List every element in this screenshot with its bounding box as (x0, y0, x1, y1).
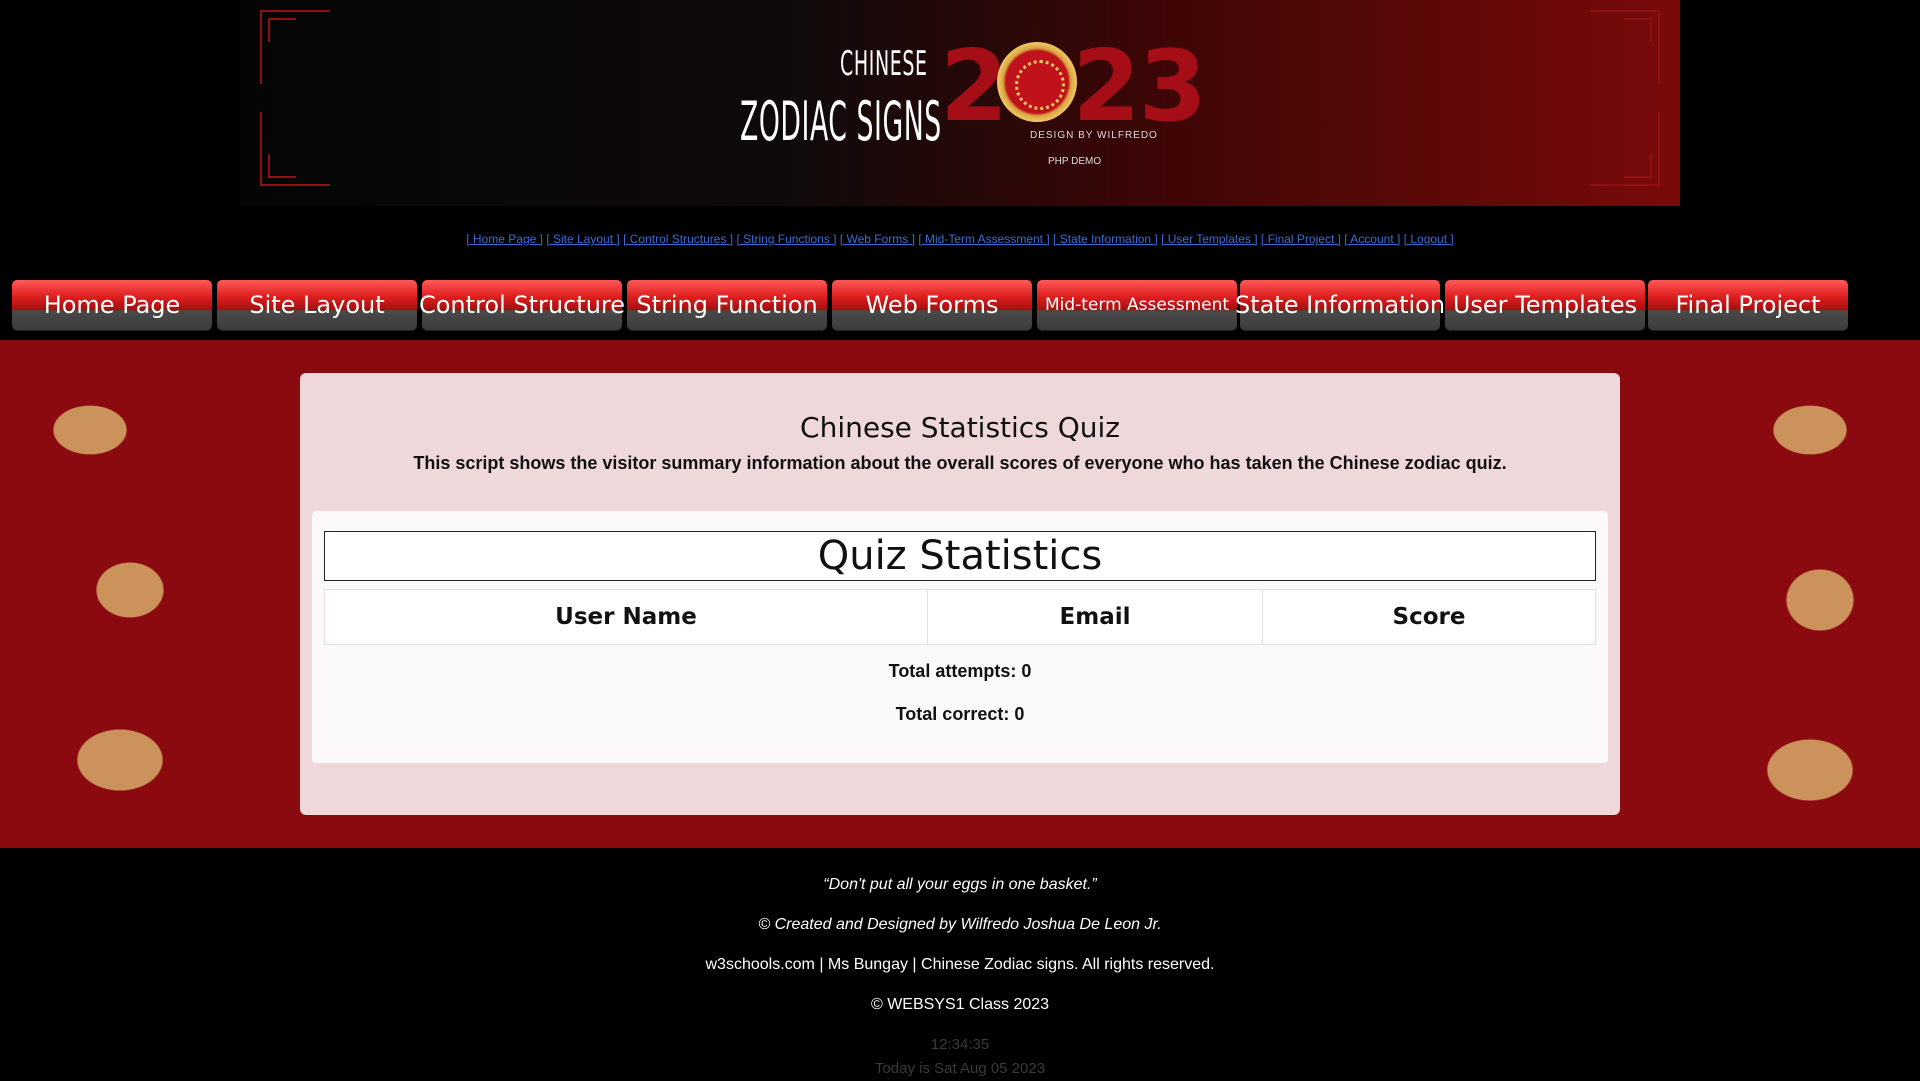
nav-site-layout-button[interactable]: Site Layout (217, 280, 417, 330)
table-header-row: User Name Email Score (324, 589, 1596, 645)
link-web-forms[interactable]: [ Web Forms ] (840, 232, 915, 246)
column-email: Email (927, 589, 1263, 645)
corner-ornament (260, 112, 330, 186)
stats-heading: Quiz Statistics (324, 531, 1596, 581)
total-attempts: Total attempts: 0 (888, 661, 1032, 681)
stats-table: User Name Email Score (324, 589, 1596, 645)
column-score: Score (1262, 589, 1596, 645)
link-final-project[interactable]: [ Final Project ] (1261, 232, 1341, 246)
today-date: Today is Sat Aug 05 2023 (874, 1060, 1046, 1077)
footer-quote: “Don't put all your eggs in one basket.” (823, 876, 1097, 893)
nav-home-page-button[interactable]: Home Page (12, 280, 212, 330)
nav-control-structure-button[interactable]: Control Structure (419, 280, 625, 330)
nav-mid-term-assessment-button[interactable]: Mid-term Assessment (1037, 280, 1237, 330)
nav-state-information-button[interactable]: State Information (1235, 280, 1445, 330)
nav-final-project-button[interactable]: Final Project (1648, 280, 1848, 330)
logo-credit: DESIGN BY WILFREDO (1030, 130, 1158, 141)
footer-sites: w3schools.com | Ms Bungay | Chinese Zodi… (705, 956, 1215, 973)
link-string-functions[interactable]: [ String Functions ] (736, 232, 836, 246)
site-banner: CHINESE ZODIAC SIGNS 2023 DESIGN BY WILF… (240, 0, 1680, 206)
link-site-layout[interactable]: [ Site Layout ] (546, 232, 619, 246)
column-user-name: User Name (324, 589, 928, 645)
nav-user-templates-button[interactable]: User Templates (1445, 280, 1645, 330)
rabbit-medallion-icon (997, 42, 1077, 122)
link-state-information[interactable]: [ State Information ] (1053, 232, 1158, 246)
nav-web-forms-button[interactable]: Web Forms (832, 280, 1032, 330)
link-home-page[interactable]: [ Home Page ] (466, 232, 543, 246)
corner-ornament (260, 10, 330, 84)
logo-php-demo: PHP DEMO (1048, 156, 1102, 167)
footer-credit: © Created and Designed by Wilfredo Joshu… (758, 916, 1162, 933)
link-control-structures[interactable]: [ Control Structures ] (623, 232, 733, 246)
total-correct: Total correct: 0 (895, 704, 1025, 724)
page-description: This script shows the visitor summary in… (413, 453, 1507, 473)
text-nav-links: [ Home Page ] [ Site Layout ] [ Control … (0, 232, 1920, 246)
link-user-templates[interactable]: [ User Templates ] (1161, 232, 1257, 246)
clock-time: 12:34:35 (930, 1036, 990, 1053)
page-title: Chinese Statistics Quiz (800, 411, 1120, 444)
link-logout[interactable]: [ Logout ] (1404, 232, 1454, 246)
logo-line-zodiac: ZODIAC SIGNS (740, 90, 942, 153)
stats-card: Quiz Statistics User Name Email Score To… (312, 511, 1608, 763)
corner-ornament (1590, 10, 1660, 84)
logo-line-chinese: CHINESE (840, 44, 928, 84)
corner-ornament (1590, 112, 1660, 186)
footer-class: © WEBSYS1 Class 2023 (870, 996, 1050, 1013)
nav-string-function-button[interactable]: String Function (627, 280, 827, 330)
content-panel: Chinese Statistics Quiz This script show… (300, 373, 1620, 815)
link-mid-term-assessment[interactable]: [ Mid-Term Assessment ] (918, 232, 1049, 246)
link-account[interactable]: [ Account ] (1344, 232, 1400, 246)
